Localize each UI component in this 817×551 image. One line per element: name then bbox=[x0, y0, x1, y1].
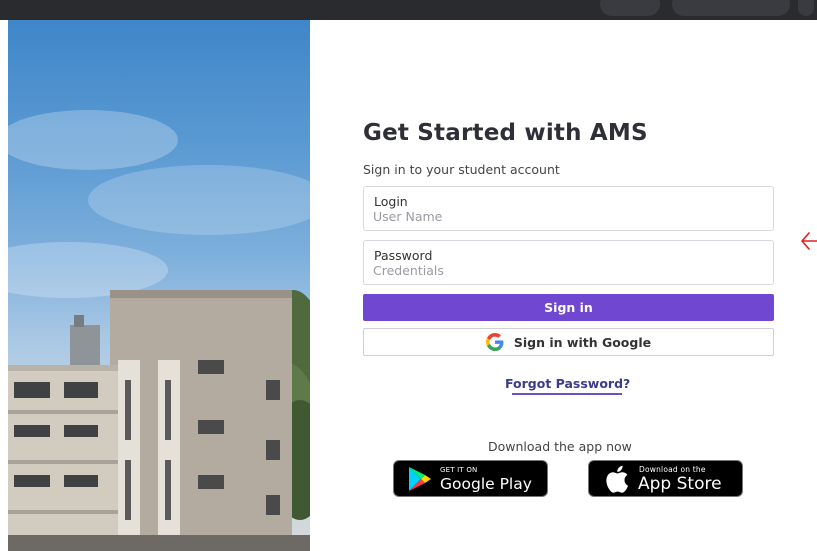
google-g-icon bbox=[485, 333, 504, 351]
sign-in-button[interactable]: Sign in bbox=[363, 294, 774, 321]
app-store-small-text: Download on the bbox=[639, 465, 706, 474]
campus-building-image bbox=[8, 20, 310, 551]
apple-icon bbox=[606, 465, 628, 493]
login-label: Login bbox=[374, 194, 408, 209]
google-play-small-text: GET IT ON bbox=[440, 466, 478, 474]
login-field[interactable]: Login bbox=[363, 186, 774, 231]
browser-top-bar bbox=[0, 0, 817, 20]
browser-pill[interactable] bbox=[600, 0, 660, 16]
password-field[interactable]: Password bbox=[363, 240, 774, 285]
forgot-password-link[interactable]: Forgot Password? bbox=[505, 376, 630, 391]
browser-pill[interactable] bbox=[798, 0, 814, 16]
google-sign-in-button[interactable]: Sign in with Google bbox=[363, 328, 774, 356]
page-subtitle: Sign in to your student account bbox=[363, 162, 560, 177]
app-store-name: App Store bbox=[638, 474, 722, 494]
red-arrow-icon bbox=[801, 232, 817, 250]
password-input[interactable] bbox=[373, 263, 753, 278]
app-store-badge[interactable]: Download on the App Store bbox=[588, 460, 743, 497]
google-play-icon bbox=[409, 467, 431, 491]
google-play-name: Google Play bbox=[440, 475, 532, 493]
browser-pill[interactable] bbox=[672, 0, 790, 16]
forgot-password-underline bbox=[512, 393, 622, 395]
google-play-badge[interactable]: GET IT ON Google Play bbox=[393, 460, 548, 497]
download-heading: Download the app now bbox=[488, 439, 632, 454]
password-label: Password bbox=[374, 248, 433, 263]
username-input[interactable] bbox=[373, 209, 753, 224]
building-illustration bbox=[8, 110, 310, 551]
google-sign-in-label: Sign in with Google bbox=[513, 334, 652, 350]
page-title: Get Started with AMS bbox=[363, 120, 648, 146]
